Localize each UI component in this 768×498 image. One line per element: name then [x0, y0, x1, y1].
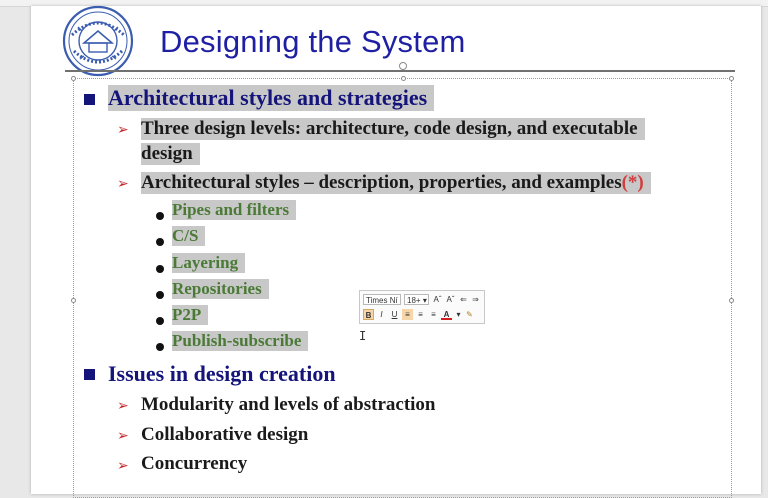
bold-button[interactable]: B: [363, 309, 374, 320]
round-bullet-icon: [156, 343, 164, 351]
align-center-icon[interactable]: ≡: [415, 309, 426, 320]
slide-title[interactable]: Designing the System: [160, 24, 466, 60]
bullet-level3-layering[interactable]: Layering: [172, 253, 246, 273]
i-beam-cursor-icon: I: [359, 329, 367, 343]
font-size-dropdown[interactable]: 18+ ▾: [404, 294, 429, 305]
bullet-level1-architectural-styles[interactable]: Architectural styles and strategies: [108, 85, 435, 111]
bullet-level2-design-levels[interactable]: Three design levels: architecture, code …: [141, 118, 645, 140]
round-bullet-icon: [156, 212, 164, 220]
bullet-level2-collaborative[interactable]: Collaborative design: [141, 424, 308, 446]
round-bullet-icon: [156, 317, 164, 325]
align-right-icon[interactable]: ≡: [428, 309, 439, 320]
bullet-level3-publish-subscribe[interactable]: Publish-subscribe: [172, 331, 309, 351]
bullet-level1-issues[interactable]: Issues in design creation: [108, 361, 336, 387]
university-seal-icon: [62, 5, 134, 77]
bullet-level3-cs[interactable]: C/S: [172, 226, 206, 246]
bullet-level2-modularity[interactable]: Modularity and levels of abstraction: [141, 394, 436, 416]
round-bullet-icon: [156, 238, 164, 246]
resize-handle-left[interactable]: [71, 298, 76, 303]
square-bullet-icon: [84, 369, 95, 380]
bullet-level2-architectural-styles-desc[interactable]: Architectural styles – description, prop…: [141, 172, 651, 194]
arrow-bullet-icon: ➢: [117, 398, 129, 414]
bullet-level2-concurrency[interactable]: Concurrency: [141, 453, 247, 475]
square-bullet-icon: [84, 94, 95, 105]
increase-indent-icon[interactable]: ⇒: [470, 294, 481, 305]
arrow-bullet-icon: ➢: [117, 458, 129, 474]
format-painter-icon[interactable]: ✎: [464, 309, 475, 320]
italic-button[interactable]: I: [376, 309, 387, 320]
font-name-dropdown[interactable]: Times Ní ▾: [363, 294, 401, 305]
arrow-bullet-icon: ➢: [117, 428, 129, 444]
title-underline-rule: [65, 70, 735, 72]
round-bullet-icon: [156, 265, 164, 273]
bullet-level3-p2p[interactable]: P2P: [172, 305, 209, 325]
bullet-level3-repositories[interactable]: Repositories: [172, 279, 269, 299]
resize-handle-top[interactable]: [401, 76, 406, 81]
round-bullet-icon: [156, 291, 164, 299]
arrow-bullet-icon: ➢: [117, 176, 129, 192]
arrow-bullet-icon: ➢: [117, 122, 129, 138]
font-color-button[interactable]: A: [441, 309, 452, 320]
rotate-handle[interactable]: [399, 62, 407, 70]
underline-button[interactable]: U: [389, 309, 400, 320]
chevron-down-icon: ▾: [400, 296, 401, 304]
resize-handle-right[interactable]: [729, 298, 734, 303]
shrink-font-button[interactable]: Aˇ: [445, 294, 456, 305]
resize-handle-top-right[interactable]: [729, 76, 734, 81]
chevron-down-icon[interactable]: ▾: [453, 309, 464, 320]
mini-format-toolbar[interactable]: Times Ní ▾ 18+ ▾ Aˆ Aˇ ⇐ ⇒ B I U ≡ ≡ ≡ A…: [359, 290, 485, 324]
decrease-indent-icon[interactable]: ⇐: [458, 294, 469, 305]
bullet-level2-design-levels-cont[interactable]: design: [141, 143, 200, 165]
bullet-level3-pipes-filters[interactable]: Pipes and filters: [172, 200, 297, 220]
grow-font-button[interactable]: Aˆ: [432, 294, 443, 305]
chevron-down-icon: ▾: [422, 296, 427, 305]
resize-handle-top-left[interactable]: [71, 76, 76, 81]
align-left-icon[interactable]: ≡: [402, 309, 413, 320]
slide-canvas[interactable]: Designing the System Architectural style…: [31, 5, 761, 498]
